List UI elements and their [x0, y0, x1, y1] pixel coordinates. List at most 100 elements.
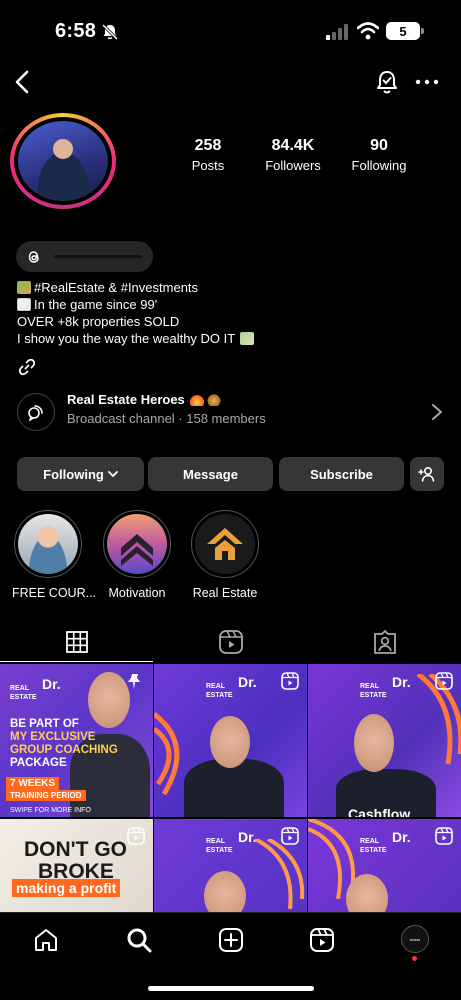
post-person-face: [204, 871, 246, 912]
bio-line-1: #RealEstate & #Investments: [17, 279, 257, 296]
tab-reels[interactable]: [154, 622, 307, 662]
post-person-face: [346, 874, 388, 912]
notification-bell-icon[interactable]: [373, 68, 401, 96]
broadcast-channel-title: Real Estate Heroes: [67, 392, 224, 407]
highlight-free-course[interactable]: FREE COUR...: [12, 510, 97, 600]
post-1-line-4: PACKAGE: [10, 757, 67, 769]
brand-dr: Dr.: [42, 676, 61, 692]
reel-indicator-icon: [435, 827, 453, 845]
money-with-wings-emoji-icon: [240, 332, 255, 345]
grid-post-5[interactable]: REAL ESTATE Dr.: [154, 819, 307, 912]
post-3-caption: Cashflow: [348, 806, 411, 817]
following-stat[interactable]: 90 Following: [347, 137, 411, 173]
brand-logo: REAL ESTATE Dr.: [206, 830, 257, 855]
posts-grid: REAL ESTATE Dr. BE PART OF MY EXCLUSIVE …: [0, 662, 461, 912]
fire-emoji-icon: [190, 393, 205, 406]
bell-muted-icon: [101, 23, 119, 41]
highlight-label: Real Estate: [192, 586, 258, 600]
brand-text: REAL ESTATE: [206, 683, 233, 699]
tagged-person-icon: [373, 630, 396, 654]
profile-avatar[interactable]: [10, 113, 116, 209]
threads-handle-redacted: [54, 255, 142, 258]
new-post-icon[interactable]: [218, 927, 244, 953]
battery-indicator: 5: [386, 22, 424, 40]
posts-label: Posts: [191, 158, 225, 173]
brand-text: REAL ESTATE: [10, 685, 37, 701]
following-count: 90: [370, 137, 388, 154]
post-person-face: [354, 714, 394, 772]
highlight-motivation[interactable]: Motivation: [101, 510, 173, 600]
following-button[interactable]: Following: [17, 457, 144, 491]
post-4-subheadline: making a profit: [12, 879, 121, 897]
reel-indicator-icon: [435, 672, 453, 690]
bio-text-1: #RealEstate & #Investments: [34, 280, 199, 295]
post-1-badge: 7 WEEKS: [6, 777, 60, 790]
highlight-cover-image: [107, 514, 167, 574]
notification-dot: [412, 956, 417, 961]
followers-count: 84.4K: [271, 137, 315, 154]
message-button[interactable]: Message: [148, 457, 273, 491]
house-money-emoji-icon: [17, 281, 31, 294]
grid-icon: [65, 630, 88, 653]
brand-logo: REAL ESTATE Dr.: [360, 675, 411, 700]
broadcast-channel-icon: [17, 393, 55, 431]
back-arrow-icon[interactable]: [10, 68, 34, 96]
bio-line-2: In the game since 99': [17, 296, 257, 313]
highlight-ring: [103, 510, 171, 578]
chevron-down-icon: [107, 471, 118, 478]
profile-nav-avatar[interactable]: closer: [401, 925, 429, 953]
brand-logo: REAL ESTATE Dr.: [10, 677, 61, 702]
threads-badge[interactable]: [16, 241, 153, 272]
highlight-ring: [14, 510, 82, 578]
home-icon[interactable]: [33, 927, 59, 953]
link-icon[interactable]: [17, 357, 37, 377]
profile-nav-label: closer: [409, 936, 421, 942]
followers-label: Followers: [265, 158, 321, 173]
bio-line-4: I show you the way the wealthy DO IT: [17, 330, 257, 347]
content-tabs: [0, 622, 461, 662]
post-person-body: [184, 759, 284, 817]
home-indicator[interactable]: [148, 986, 314, 991]
cellular-signal-icon: [326, 24, 348, 40]
real-estate-logo-icon: [207, 528, 243, 560]
chart-increasing-emoji-icon: [17, 298, 31, 311]
reels-icon: [218, 630, 243, 654]
reels-nav-icon[interactable]: [309, 927, 335, 953]
suggested-users-button[interactable]: [410, 457, 444, 491]
tab-tagged[interactable]: [308, 622, 461, 662]
grid-post-2[interactable]: REAL ESTATE Dr.: [154, 664, 307, 817]
brand-dr: Dr.: [238, 674, 257, 690]
post-1-line-3: GROUP COACHING: [10, 744, 118, 756]
followers-stat[interactable]: 84.4K Followers: [260, 137, 326, 173]
add-user-icon: [418, 466, 435, 482]
post-1-headline: BE PART OF MY EXCLUSIVE GROUP COACHING P…: [10, 718, 118, 770]
wifi-icon: [357, 22, 379, 40]
tab-posts-grid[interactable]: [0, 622, 153, 662]
grid-post-6[interactable]: REAL ESTATE Dr.: [308, 819, 461, 912]
post-1-line-2: MY EXCLUSIVE: [10, 731, 96, 743]
broadcast-channel-row[interactable]: Real Estate Heroes Broadcast channel · 1…: [17, 390, 447, 434]
avatar-image: [18, 121, 108, 201]
post-4-headline: DON'T GO BROKE: [24, 839, 127, 883]
post-person-face: [210, 716, 250, 768]
post-1-line-1: BE PART OF: [10, 718, 79, 730]
broadcast-channel-subtitle: Broadcast channel · 158 members: [67, 411, 266, 426]
grid-post-3[interactable]: REAL ESTATE Dr. Cashflow: [308, 664, 461, 817]
post-4-line-1: DON'T GO: [24, 838, 127, 861]
decorative-arcs: [254, 839, 305, 909]
brand-logo: REAL ESTATE Dr.: [206, 675, 257, 700]
chevron-right-icon: [432, 404, 442, 420]
grid-post-4[interactable]: DON'T GO BROKE making a profit: [0, 819, 153, 912]
pinned-icon: [128, 674, 140, 689]
following-button-label: Following: [43, 466, 104, 482]
bio-text-4: I show you the way the wealthy DO IT: [17, 331, 236, 346]
reel-indicator-icon: [127, 827, 145, 845]
following-label: Following: [351, 158, 407, 173]
highlight-label: FREE COUR...: [12, 586, 97, 600]
more-options-icon[interactable]: [415, 78, 439, 86]
search-icon[interactable]: [126, 927, 152, 953]
grid-post-1[interactable]: REAL ESTATE Dr. BE PART OF MY EXCLUSIVE …: [0, 664, 153, 817]
highlight-real-estate[interactable]: Real Estate: [189, 510, 261, 600]
subscribe-button[interactable]: Subscribe: [279, 457, 404, 491]
brand-text: REAL ESTATE: [360, 683, 387, 699]
